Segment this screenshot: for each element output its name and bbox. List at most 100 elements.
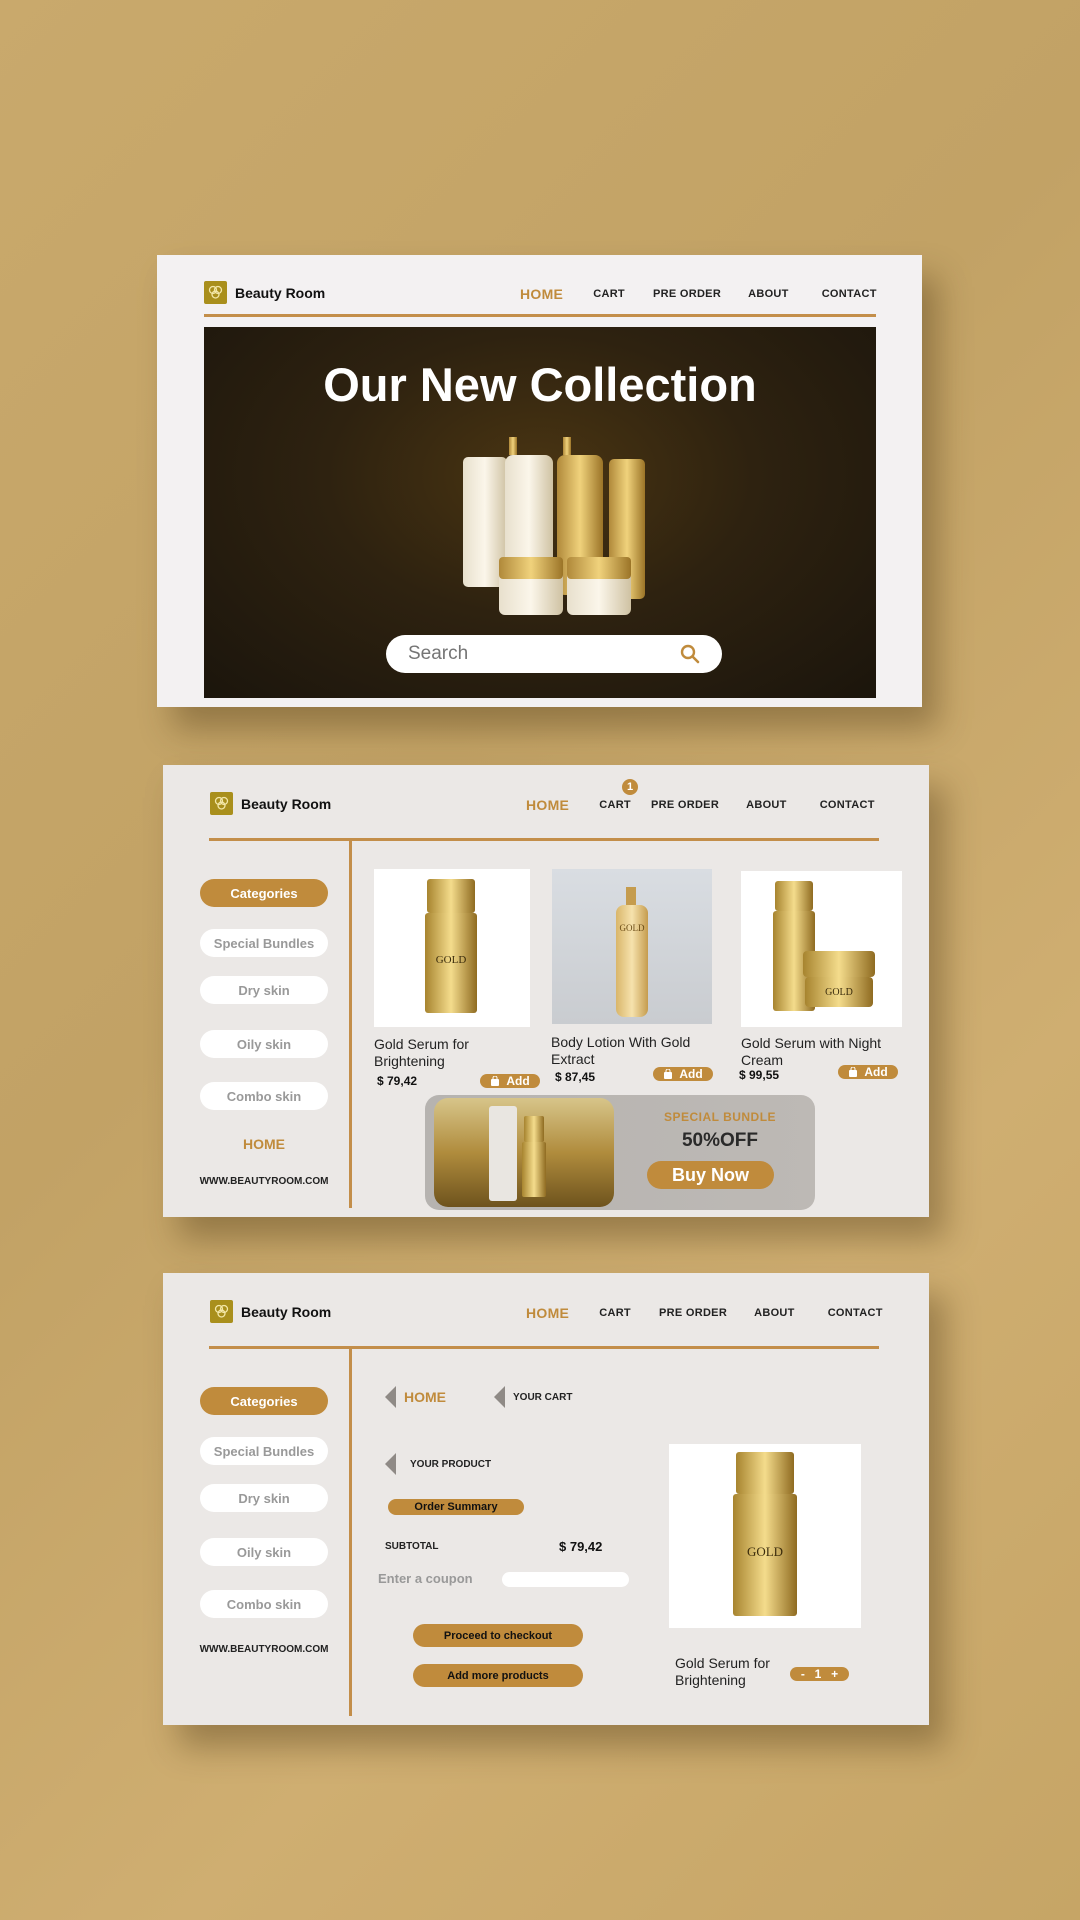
product-name-line1: Gold Serum with Night <box>741 1035 882 1051</box>
brand-logo[interactable]: Beauty Room <box>210 792 331 815</box>
nav-home[interactable]: HOME <box>526 797 569 813</box>
nav-cart[interactable]: CART <box>593 288 625 300</box>
breadcrumb-cart-label: YOUR CART <box>513 1391 573 1403</box>
sidebar-item-dry-skin[interactable]: Dry skin <box>200 1484 328 1512</box>
search-bar[interactable] <box>386 635 722 673</box>
back-arrow-icon <box>385 1386 396 1408</box>
product-price: $ 79,42 <box>377 1074 418 1088</box>
search-input[interactable] <box>408 643 680 665</box>
product-name: Body Lotion With Gold Extract <box>551 1034 690 1068</box>
product-name-line1: Gold Serum for <box>374 1036 469 1052</box>
product-price: $ 99,55 <box>739 1068 780 1082</box>
sidebar-item-combo-skin[interactable]: Combo skin <box>200 1590 328 1618</box>
add-to-cart-button[interactable]: Add <box>653 1067 713 1081</box>
site-url[interactable]: WWW.BEAUTYROOM.COM <box>183 1644 345 1655</box>
hero-panel: Beauty Room HOME CART PRE ORDER ABOUT CO… <box>157 255 922 707</box>
svg-text:GOLD: GOLD <box>436 954 467 966</box>
cart-product-name: Gold Serum for Brightening <box>675 1655 770 1689</box>
nav-preorder[interactable]: PRE ORDER <box>659 1307 727 1319</box>
shop-panel: Beauty Room HOME CART 1 PRE ORDER ABOUT … <box>163 765 929 1217</box>
product-image-gold-serum[interactable]: GOLD <box>374 869 530 1027</box>
sidebar-item-oily-skin[interactable]: Oily skin <box>200 1538 328 1566</box>
checkout-button[interactable]: Proceed to checkout <box>413 1624 583 1647</box>
cart-panel: Beauty Room HOME CART PRE ORDER ABOUT CO… <box>163 1273 929 1725</box>
nav-contact[interactable]: CONTACT <box>820 799 875 811</box>
add-to-cart-button[interactable]: Add <box>838 1065 898 1079</box>
breadcrumb-cart[interactable]: YOUR CART <box>494 1386 572 1408</box>
cart-product-image[interactable]: GOLD <box>669 1444 861 1628</box>
svg-text:GOLD: GOLD <box>620 923 645 933</box>
quantity-increase-button[interactable]: + <box>831 1667 838 1681</box>
sidebar-divider <box>349 840 352 1208</box>
sidebar-item-special-bundles[interactable]: Special Bundles <box>200 929 328 957</box>
sidebar-item-special-bundles[interactable]: Special Bundles <box>200 1437 328 1465</box>
search-icon[interactable] <box>680 644 700 664</box>
header-divider <box>209 1346 879 1349</box>
product-name: Gold Serum with Night Cream <box>741 1035 881 1069</box>
header-divider <box>209 838 879 841</box>
back-arrow-icon <box>494 1386 505 1408</box>
sidebar-item-combo-skin[interactable]: Combo skin <box>200 1082 328 1110</box>
add-more-products-button[interactable]: Add more products <box>413 1664 583 1687</box>
svg-text:GOLD: GOLD <box>825 987 853 998</box>
nav-contact[interactable]: CONTACT <box>828 1307 883 1319</box>
bag-icon <box>491 1076 500 1086</box>
special-bundle-banner[interactable]: SPECIAL BUNDLE 50%OFF Buy Now <box>425 1095 815 1210</box>
buy-now-button[interactable]: Buy Now <box>647 1161 774 1189</box>
hero-banner: Our New Collection <box>204 327 876 698</box>
top-nav: HOME CART PRE ORDER ABOUT CONTACT <box>520 286 877 302</box>
breadcrumb-home-label: HOME <box>404 1389 446 1405</box>
quantity-stepper[interactable]: - 1 + <box>790 1667 849 1681</box>
sidebar-item-oily-skin[interactable]: Oily skin <box>200 1030 328 1058</box>
coupon-input[interactable] <box>502 1572 629 1587</box>
product-name-line1: Body Lotion With Gold <box>551 1034 691 1050</box>
nav-cart-label: CART <box>599 799 631 811</box>
nav-about[interactable]: ABOUT <box>746 799 787 811</box>
breadcrumb-product-label: YOUR PRODUCT <box>410 1458 492 1470</box>
coupon-label: Enter a coupon <box>378 1571 473 1586</box>
logo-icon <box>210 792 233 815</box>
brand-logo[interactable]: Beauty Room <box>210 1300 331 1323</box>
add-label: Add <box>679 1067 703 1081</box>
nav-contact[interactable]: CONTACT <box>822 288 877 300</box>
brand-name: Beauty Room <box>235 284 326 301</box>
bundle-image <box>434 1098 614 1207</box>
nav-cart[interactable]: CART 1 <box>599 779 639 811</box>
brand-name: Beauty Room <box>241 795 332 812</box>
add-to-cart-button[interactable]: Add <box>480 1074 540 1088</box>
product-image-body-lotion[interactable]: GOLD <box>552 869 712 1024</box>
nav-about[interactable]: ABOUT <box>754 1307 795 1319</box>
brand-logo[interactable]: Beauty Room <box>204 281 325 304</box>
bag-icon <box>664 1069 673 1079</box>
svg-text:GOLD: GOLD <box>747 1544 783 1559</box>
breadcrumb-product[interactable]: YOUR PRODUCT <box>385 1453 491 1475</box>
subtotal-value: $ 79,42 <box>559 1539 603 1554</box>
nav-home[interactable]: HOME <box>520 286 563 302</box>
quantity-value: 1 <box>814 1667 822 1681</box>
add-label: Add <box>864 1065 888 1079</box>
nav-preorder[interactable]: PRE ORDER <box>653 288 721 300</box>
header-divider <box>204 314 876 317</box>
nav-cart[interactable]: CART <box>599 1307 631 1319</box>
product-name-line2: Cream <box>741 1052 784 1068</box>
product-collection-image <box>463 437 645 615</box>
product-name-line2: Extract <box>551 1051 595 1067</box>
brand-name: Beauty Room <box>241 1303 332 1320</box>
hero-title: Our New Collection <box>323 358 757 411</box>
quantity-decrease-button[interactable]: - <box>801 1667 805 1681</box>
sidebar-home-link[interactable]: HOME <box>200 1136 328 1152</box>
product-price: $ 87,45 <box>555 1070 596 1084</box>
logo-icon <box>210 1300 233 1323</box>
bundle-discount: 50%OFF <box>681 1130 759 1151</box>
site-url[interactable]: WWW.BEAUTYROOM.COM <box>183 1176 345 1187</box>
breadcrumb-home[interactable]: HOME <box>385 1386 446 1408</box>
product-image-gold-serum-night-cream[interactable]: GOLD <box>741 871 902 1027</box>
nav-about[interactable]: ABOUT <box>748 288 789 300</box>
categories-button[interactable]: Categories <box>200 1387 328 1415</box>
product-name: Gold Serum for Brightening <box>374 1036 469 1070</box>
sidebar-item-dry-skin[interactable]: Dry skin <box>200 976 328 1004</box>
bag-icon <box>849 1067 858 1077</box>
categories-button[interactable]: Categories <box>200 879 328 907</box>
nav-home[interactable]: HOME <box>526 1305 569 1321</box>
nav-preorder[interactable]: PRE ORDER <box>651 799 719 811</box>
